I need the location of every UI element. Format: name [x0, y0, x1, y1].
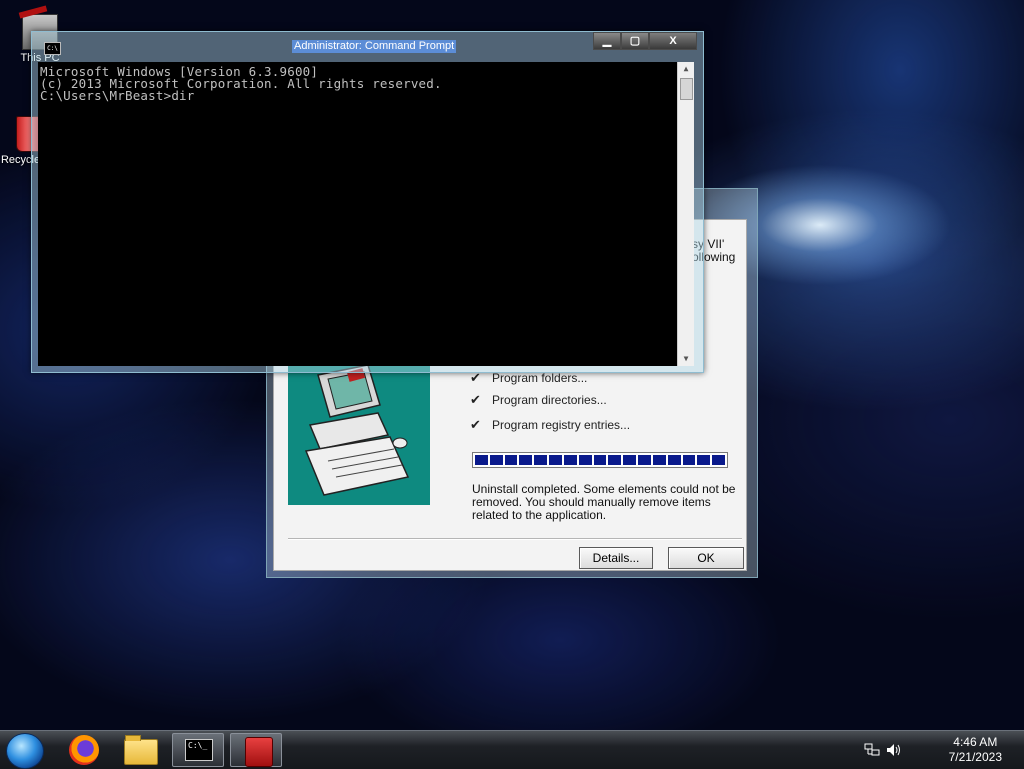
uninstall-progress-bar [472, 452, 728, 468]
progress-block [549, 455, 562, 465]
progress-block [697, 455, 711, 465]
taskbar-firefox[interactable] [57, 733, 109, 767]
vertical-scrollbar[interactable]: ▲ ▼ [677, 62, 694, 366]
console-prompt-line[interactable]: C:\Users\MrBeast>dir [40, 89, 442, 102]
volume-icon[interactable] [886, 742, 902, 758]
folder-icon [124, 735, 158, 765]
progress-block [504, 455, 518, 465]
window-title: Administrator: Command Prompt [292, 40, 457, 53]
minimize-button[interactable]: ▁ [593, 32, 621, 50]
clock-time: 4:46 AM [953, 735, 998, 749]
maximize-button[interactable]: ▢ [621, 32, 649, 50]
setup-illustration [288, 364, 430, 505]
progress-block [667, 455, 681, 465]
taskbar-clock[interactable]: 4:46 AM 7/21/2023 [949, 735, 1002, 765]
console-area[interactable]: Microsoft Windows [Version 6.3.9600] (c) … [38, 62, 694, 366]
cmd-system-icon[interactable]: C:\ [44, 42, 61, 55]
setup-icon [245, 737, 273, 767]
taskbar-file-explorer[interactable] [114, 733, 166, 767]
checkmark-icon: ✔ [470, 417, 481, 432]
caption-buttons: ▁ ▢ X [593, 32, 697, 50]
progress-block [608, 455, 622, 465]
scrollbar-thumb[interactable] [680, 78, 693, 100]
system-tray: 4:46 AM 7/21/2023 [864, 731, 1024, 769]
network-icon[interactable] [864, 742, 880, 758]
details-button[interactable]: Details... [579, 547, 653, 569]
progress-block [652, 455, 666, 465]
ok-button[interactable]: OK [668, 547, 744, 569]
scroll-up-icon[interactable]: ▲ [678, 62, 694, 76]
taskbar-command-prompt[interactable]: C:\_ [172, 733, 224, 767]
taskbar-uninstaller[interactable] [230, 733, 282, 767]
progress-block [563, 455, 577, 465]
progress-block [712, 455, 726, 465]
checklist-item-registry: ✔ Program registry entries... [470, 417, 631, 432]
windows-orb-icon[interactable] [6, 733, 44, 769]
progress-block [638, 455, 651, 465]
progress-block [519, 455, 533, 465]
cmd-icon: C:\_ [185, 739, 213, 761]
close-button[interactable]: X [649, 32, 697, 50]
command-prompt-window[interactable]: C:\ Administrator: Command Prompt ▁ ▢ X … [31, 31, 704, 373]
firefox-icon [69, 735, 99, 765]
clock-date: 7/21/2023 [948, 750, 1002, 764]
progress-block [489, 455, 503, 465]
scroll-down-icon[interactable]: ▼ [678, 352, 694, 366]
checkmark-icon: ✔ [470, 392, 481, 407]
progress-block [475, 455, 488, 465]
progress-block [534, 455, 548, 465]
dialog-separator [288, 538, 742, 540]
taskbar: C:\_ 4:46 AM 7/21/2023 [0, 730, 1024, 769]
progress-block [682, 455, 696, 465]
computer-illustration-icon [304, 364, 410, 496]
progress-block [623, 455, 637, 465]
progress-block [578, 455, 592, 465]
progress-block [593, 455, 607, 465]
checklist-item-directories: ✔ Program directories... [470, 392, 607, 407]
console-output[interactable]: Microsoft Windows [Version 6.3.9600] (c) … [40, 65, 442, 102]
uninstall-status-message: Uninstall completed. Some elements could… [472, 482, 736, 522]
